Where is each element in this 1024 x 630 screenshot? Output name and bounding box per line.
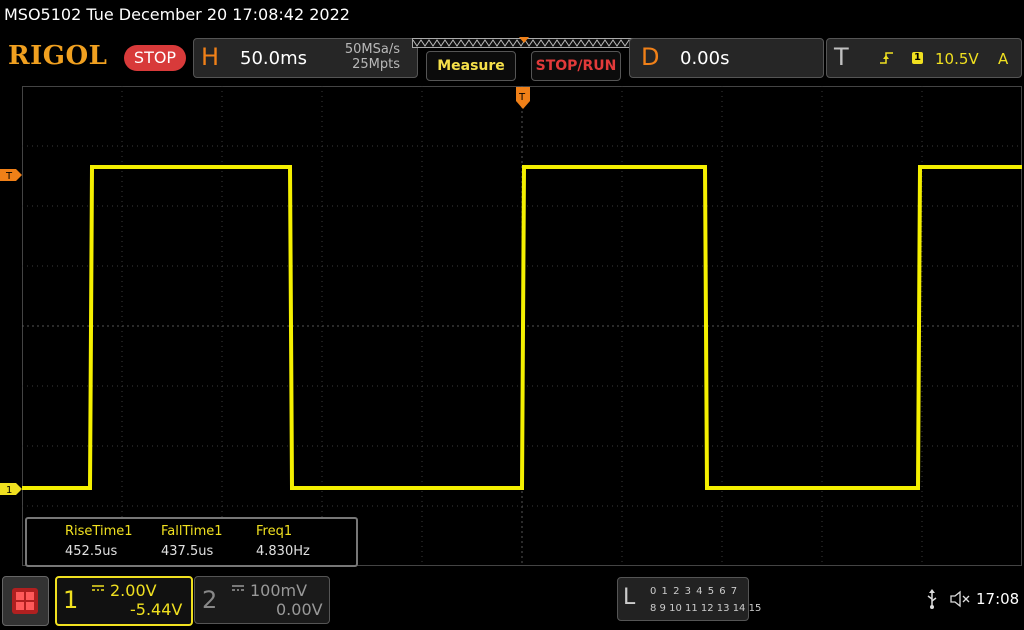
trigger-level-marker-icon[interactable]: T xyxy=(0,169,22,181)
logic-analyzer-panel[interactable] xyxy=(617,577,749,621)
window-title: MSO5102 Tue December 20 17:08:42 2022 xyxy=(4,5,350,24)
home-menu-button[interactable] xyxy=(2,576,49,626)
dc-coupling-icon xyxy=(232,585,244,591)
stop-run-button[interactable]: STOP/RUN xyxy=(531,51,621,81)
measurement-label: RiseTime1 xyxy=(65,524,133,539)
measurement-label: Freq1 xyxy=(256,524,293,539)
channel1-offset-marker-icon[interactable]: 1 xyxy=(0,483,22,495)
measure-button[interactable]: Measure xyxy=(426,51,516,81)
measurement-label: FallTime1 xyxy=(161,524,223,539)
measurement-panel[interactable]: RiseTime1 452.5us FallTime1 437.5us Freq… xyxy=(25,517,358,567)
horizontal-label: H xyxy=(201,43,220,71)
logic-channels-row1: 0 1 2 3 4 5 6 7 xyxy=(650,586,739,597)
brand-logo: RIGOL xyxy=(8,41,108,71)
logic-channels-row2: 8 9 10 11 12 13 14 15 xyxy=(650,603,762,614)
rising-edge-icon xyxy=(880,52,893,64)
logic-analyzer-label: L xyxy=(623,585,636,610)
svg-text:T: T xyxy=(518,92,526,103)
sample-rate: 50MSa/s xyxy=(344,42,400,57)
grid-menu-icon xyxy=(12,588,38,614)
memory-trigger-marker-icon xyxy=(519,37,529,43)
speaker-muted-icon[interactable] xyxy=(950,590,972,608)
channel2-scale: 100mV xyxy=(250,581,308,600)
sample-info: 50MSa/s 25Mpts xyxy=(330,42,400,72)
channel2-number: 2 xyxy=(202,586,218,614)
channel2-offset: 0.00V xyxy=(276,600,323,619)
dc-coupling-icon xyxy=(92,585,104,591)
usb-icon xyxy=(927,589,937,609)
channel1-offset: -5.44V xyxy=(130,600,183,619)
status-clock: 17:08 xyxy=(976,590,1020,608)
memory-depth: 25Mpts xyxy=(352,57,400,72)
trigger-label: T xyxy=(834,43,849,71)
trigger-mode: A xyxy=(998,50,1009,68)
svg-text:1: 1 xyxy=(6,485,12,495)
measurement-value: 452.5us xyxy=(65,544,118,559)
run-state-badge: STOP xyxy=(124,45,186,71)
svg-text:T: T xyxy=(5,171,13,181)
delay-label: D xyxy=(641,43,660,71)
timebase-value: 50.0ms xyxy=(240,48,307,69)
trigger-level-value: 10.5V xyxy=(935,50,979,68)
delay-value: 0.00s xyxy=(680,48,730,69)
trigger-position-marker-icon[interactable]: T xyxy=(516,87,530,109)
channel1-scale: 2.00V xyxy=(110,581,157,600)
measurement-value: 4.830Hz xyxy=(256,544,310,559)
trigger-source-badge: 1 xyxy=(912,52,923,64)
channel1-number: 1 xyxy=(63,586,79,614)
waveform-display[interactable] xyxy=(22,86,1022,566)
trigger-panel[interactable] xyxy=(826,38,1022,78)
measurement-value: 437.5us xyxy=(161,544,214,559)
